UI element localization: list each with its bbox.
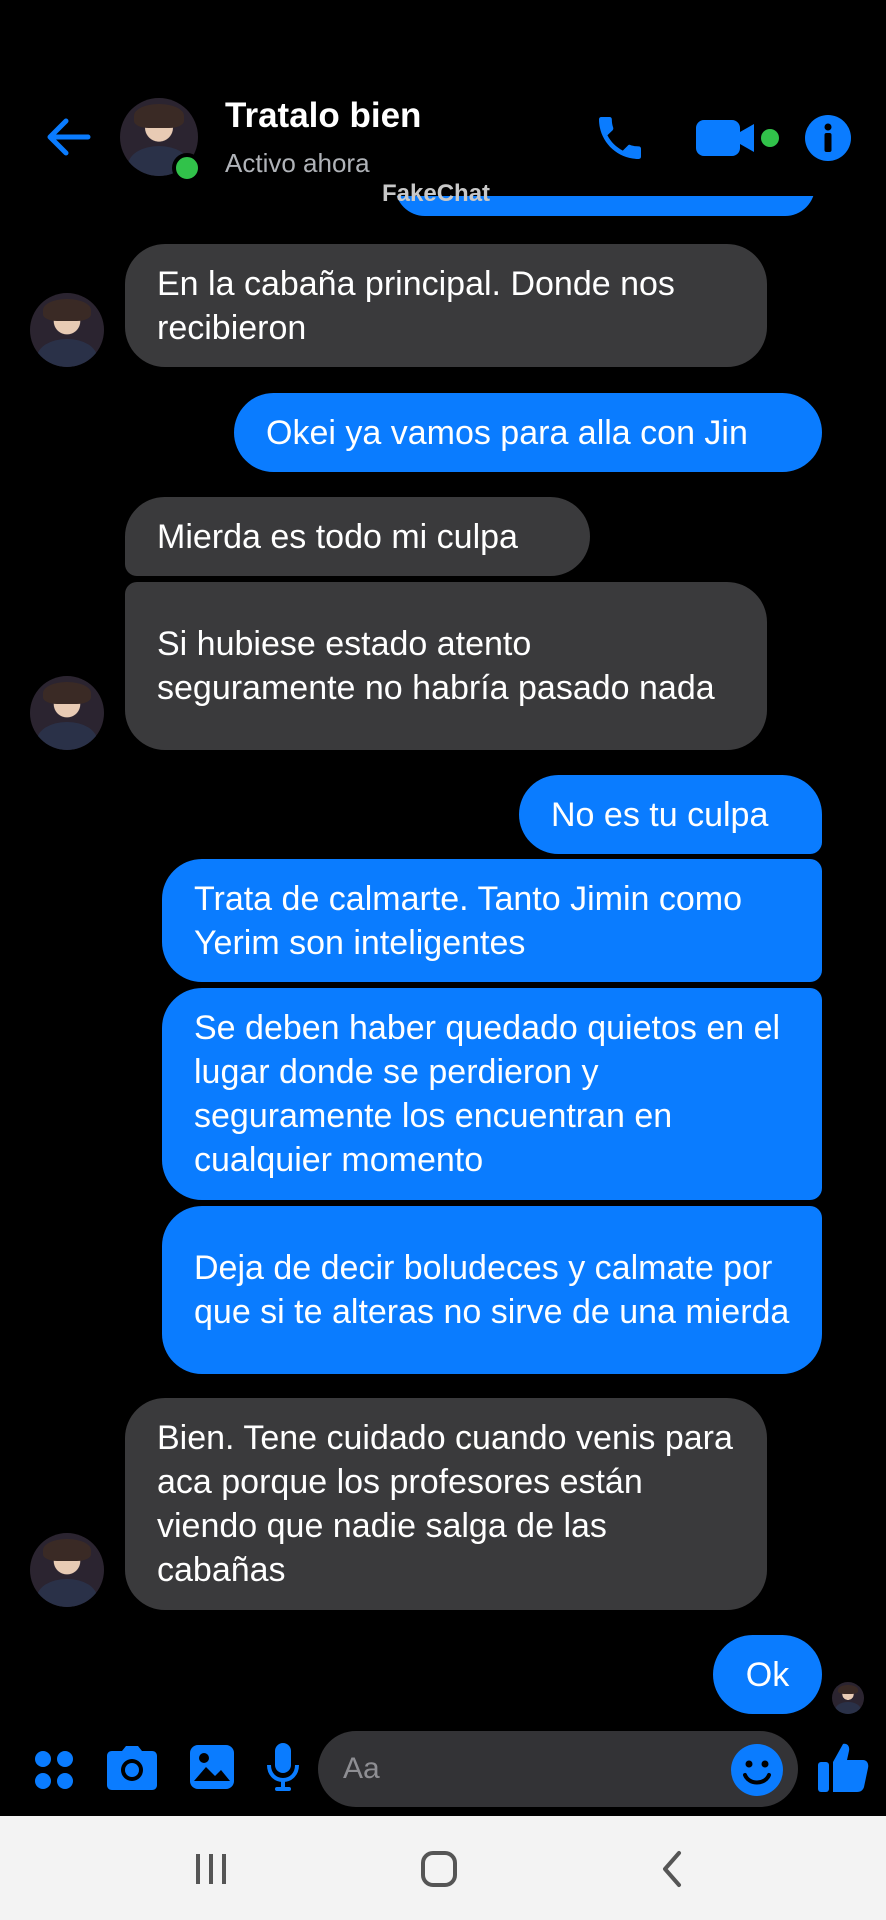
message-input-placeholder: Aa [343,1752,380,1785]
microphone-icon[interactable] [266,1741,300,1793]
message-text: Okei ya vamos para alla con Jin [266,413,748,452]
message-bubble-outgoing[interactable]: Trata de calmarte. Tanto Jimin como Yeri… [162,859,822,982]
emoji-icon[interactable] [730,1743,784,1797]
message-input[interactable] [318,1731,798,1807]
thumbs-up-icon[interactable] [816,1740,870,1794]
message-text: En la cabaña principal. Donde nos recibi… [157,264,675,347]
message-bubble-outgoing[interactable]: No es tu culpa [519,775,822,854]
online-status-dot [172,153,202,183]
back-icon[interactable] [657,1849,687,1889]
back-arrow-icon[interactable] [42,112,92,162]
apps-icon[interactable] [32,1748,76,1792]
info-icon[interactable] [804,114,852,162]
message-text: Mierda es todo mi culpa [157,517,518,556]
message-bubble-outgoing[interactable]: Ok [713,1635,822,1714]
contact-message-avatar[interactable] [30,293,104,367]
message-text: Bien. Tene cuidado cuando venis para aca… [157,1419,733,1589]
message-text: Se deben haber quedado quietos en el lug… [194,1009,781,1179]
contact-message-avatar[interactable] [30,1533,104,1607]
read-receipt-avatar [832,1682,864,1714]
message-bubble-outgoing[interactable]: Deja de decir boludeces y calmate por qu… [162,1206,822,1374]
phone-icon[interactable] [592,110,648,166]
message-bubble-incoming[interactable]: Mierda es todo mi culpa [125,497,590,576]
video-camera-icon[interactable] [694,116,786,160]
message-bubble-outgoing[interactable]: Okei ya vamos para alla con Jin [234,393,822,472]
watermark: FakeChat [382,180,491,207]
gallery-icon[interactable] [188,1743,236,1791]
recent-apps-icon[interactable] [193,1852,229,1886]
message-text: Deja de decir boludeces y calmate por qu… [194,1249,790,1331]
message-bubble-incoming[interactable]: En la cabaña principal. Donde nos recibi… [125,244,767,367]
message-text: Ok [745,1655,790,1694]
active-status: Activo ahora [225,148,370,178]
message-bubble-incoming[interactable]: Si hubiese estado atento seguramente no … [125,582,767,750]
contact-message-avatar[interactable] [30,676,104,750]
message-bubble-incoming[interactable]: Bien. Tene cuidado cuando venis para aca… [125,1398,767,1610]
message-bubble-outgoing[interactable]: Se deben haber quedado quietos en el lug… [162,988,822,1200]
message-text: No es tu culpa [551,795,769,834]
camera-icon[interactable] [106,1745,158,1791]
home-icon[interactable] [420,1850,458,1888]
message-text: Si hubiese estado atento seguramente no … [157,625,715,707]
contact-name[interactable]: Tratalo bien [225,96,421,136]
message-text: Trata de calmarte. Tanto Jimin como Yeri… [194,879,743,962]
